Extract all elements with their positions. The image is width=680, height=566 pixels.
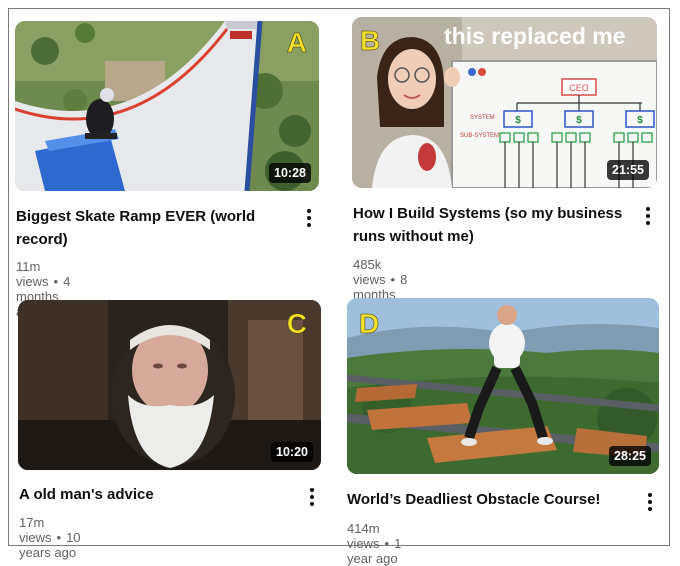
video-title-a[interactable]: Biggest Skate Ramp EVER (world record) [16,205,276,251]
thumbnail-overlay-text: this replaced me [444,23,626,49]
video-thumbnail-a[interactable]: A 10:28 [15,21,319,191]
label-letter-b: B [360,25,381,57]
more-options-icon[interactable] [306,486,318,508]
view-count: 414m views [347,521,380,551]
video-title-c[interactable]: A old man's advice [19,483,279,506]
dollar-label: $ [576,115,582,126]
more-options-icon[interactable] [644,491,656,513]
label-letter-a: A [286,27,308,59]
video-title-b[interactable]: How I Build Systems (so my business runs… [353,202,625,248]
duration-badge: 10:20 [271,442,313,462]
video-meta-c: 17m views • 10 years ago [19,515,81,560]
video-thumbnail-c[interactable]: C 10:20 [18,300,321,470]
view-count: 485k views [353,257,386,287]
dollar-label: $ [515,115,521,126]
board-system-label: SYSTEM [470,115,495,121]
label-letter-d: D [359,308,380,340]
duration-badge: 28:25 [609,446,651,466]
duration-badge: 10:28 [269,163,311,183]
board-ceo-label: CEO [569,83,589,93]
more-options-icon[interactable] [642,205,654,227]
view-count: 17m views [19,515,52,545]
video-title-d[interactable]: World’s Deadliest Obstacle Course! [347,488,627,511]
view-count: 11m views [16,259,49,289]
video-meta-d: 414m views • 1 year ago [347,521,402,566]
more-options-icon[interactable] [303,207,315,229]
duration-badge: 21:55 [607,160,649,180]
label-letter-c: C [286,308,308,340]
board-subsystem-label: SUB-SYSTEM [460,133,499,139]
video-thumbnail-d[interactable]: D 28:25 [347,298,659,474]
video-thumbnail-b[interactable]: CEO $ $ $ SYSTEM SUB-SYSTEM this replace… [352,17,657,188]
dollar-label: $ [637,115,643,126]
